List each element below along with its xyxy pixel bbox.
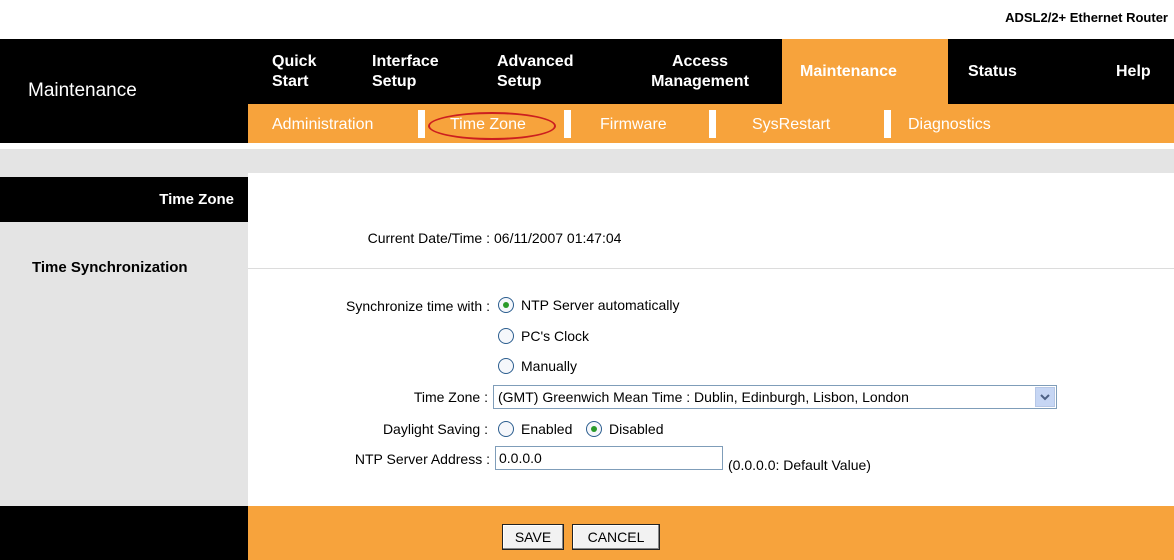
dst-option-disabled[interactable]: Disabled [586, 421, 663, 437]
sync-option-ntp[interactable]: NTP Server automatically [498, 297, 679, 313]
menu-status[interactable]: Status [968, 39, 1038, 104]
footer-bar [248, 506, 1174, 560]
submenu-sysrestart[interactable]: SysRestart [752, 104, 830, 143]
submenu-administration[interactable]: Administration [272, 104, 373, 143]
ntp-hint: (0.0.0.0: Default Value) [728, 457, 871, 473]
left-heading-time-sync: Time Synchronization [32, 259, 188, 276]
menu-maintenance[interactable]: Maintenance [800, 39, 940, 104]
highlight-oval [428, 112, 556, 140]
menu-help[interactable]: Help [1116, 39, 1166, 104]
submenu-separator [709, 110, 716, 138]
timezone-select-value: (GMT) Greenwich Mean Time : Dublin, Edin… [498, 389, 909, 405]
ntp-label: NTP Server Address : [354, 451, 490, 467]
dst-option-enabled[interactable]: Enabled [498, 421, 572, 437]
submenu-diagnostics[interactable]: Diagnostics [908, 104, 991, 143]
submenu-separator [418, 110, 425, 138]
timezone-select[interactable]: (GMT) Greenwich Mean Time : Dublin, Edin… [493, 385, 1057, 409]
timezone-label: Time Zone : [413, 389, 488, 405]
current-datetime-value: 06/11/2007 01:47:04 [494, 230, 622, 246]
save-button[interactable]: SAVE [502, 524, 564, 550]
chevron-down-icon[interactable] [1035, 387, 1055, 407]
footer-left [0, 506, 248, 560]
sync-option-manually-label: Manually [521, 358, 578, 374]
menu-access-management[interactable]: Access Management [632, 39, 768, 104]
sync-label: Synchronize time with : [346, 298, 490, 314]
submenu-firmware[interactable]: Firmware [600, 104, 667, 143]
dst-option-disabled-label: Disabled [609, 421, 664, 437]
submenu-separator [564, 110, 571, 138]
sync-option-manually[interactable]: Manually [498, 358, 577, 374]
radio-unselected[interactable] [498, 358, 514, 374]
current-datetime-label: Current Date/Time : [367, 230, 490, 246]
left-panel [0, 173, 248, 506]
sync-option-ntp-label: NTP Server automatically [521, 297, 680, 313]
menu-advanced-setup[interactable]: Advanced Setup [497, 39, 597, 104]
dst-option-enabled-label: Enabled [521, 421, 573, 437]
product-name: ADSL2/2+ Ethernet Router [1005, 10, 1168, 25]
menu-interface-setup[interactable]: Interface Setup [372, 39, 452, 104]
sync-option-pc-clock-label: PC's Clock [521, 328, 590, 344]
menu-quick-start[interactable]: Quick Start [272, 39, 342, 104]
radio-selected[interactable] [498, 297, 514, 313]
cancel-button[interactable]: CANCEL [572, 524, 660, 550]
spacer-band [0, 149, 1174, 173]
radio-selected[interactable] [586, 421, 602, 437]
ntp-server-input[interactable] [495, 446, 723, 470]
radio-unselected[interactable] [498, 421, 514, 437]
section-title: Maintenance [28, 80, 137, 101]
left-heading-time-zone: Time Zone [159, 191, 234, 208]
submenu-separator [884, 110, 891, 138]
sync-option-pc-clock[interactable]: PC's Clock [498, 328, 589, 344]
divider [248, 268, 1174, 269]
radio-unselected[interactable] [498, 328, 514, 344]
dst-label: Daylight Saving : [382, 421, 488, 437]
